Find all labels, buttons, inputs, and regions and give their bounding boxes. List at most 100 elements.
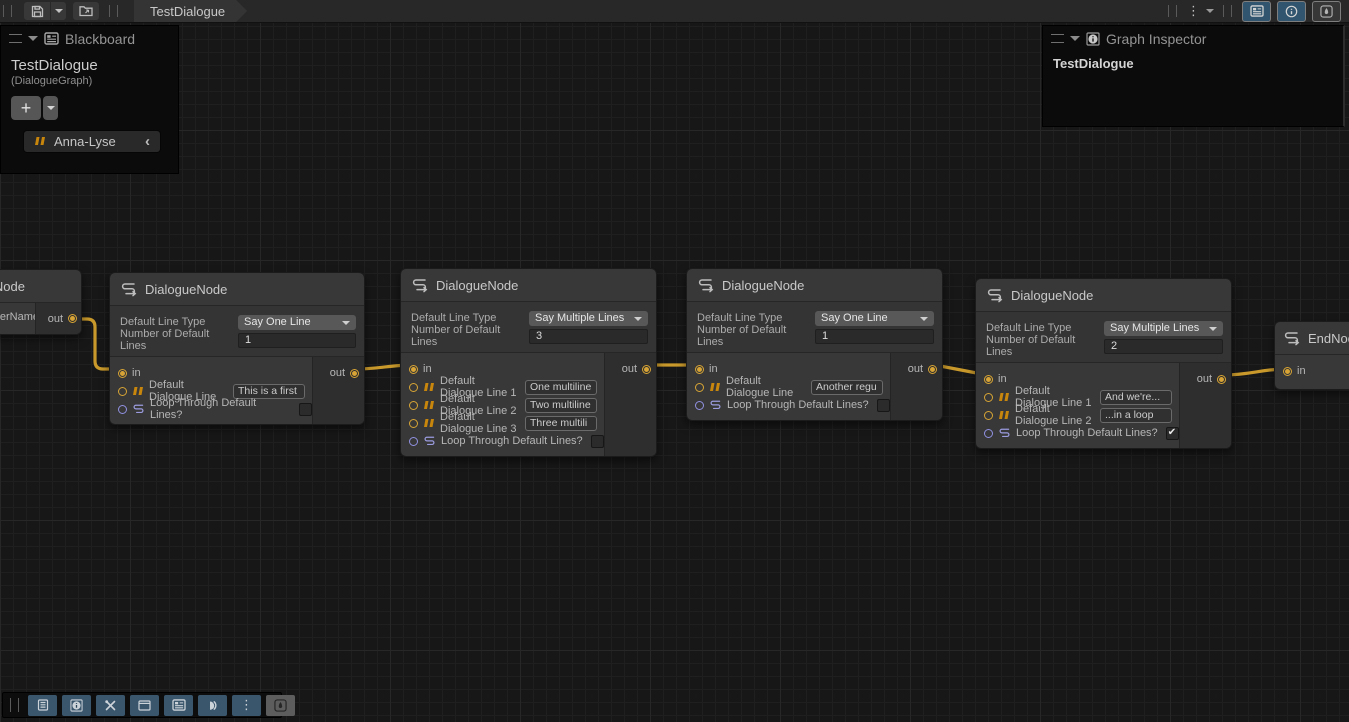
bottom-toolbar-drag-handle[interactable]: [10, 698, 19, 712]
inspector-toggle-button[interactable]: [1277, 1, 1306, 22]
out-port[interactable]: [642, 365, 651, 374]
flame-icon: [1320, 5, 1333, 18]
line-type-label: Default Line Type: [986, 322, 1104, 334]
blackboard-button[interactable]: [164, 695, 193, 716]
kebab-icon: ⋮: [240, 697, 253, 713]
panel-title: Blackboard: [65, 31, 135, 47]
tracing-button[interactable]: [198, 695, 227, 716]
graph-inspector-header[interactable]: Graph Inspector: [1043, 26, 1343, 51]
dialogue-node-4[interactable]: DialogueNode Default Line Type Say Multi…: [975, 278, 1232, 449]
loop-port[interactable]: [984, 429, 993, 438]
out-port[interactable]: [350, 369, 359, 378]
loop-port[interactable]: [118, 405, 127, 414]
in-port[interactable]: [1283, 367, 1292, 376]
loop-checkbox[interactable]: [591, 435, 604, 448]
info-icon: [70, 699, 83, 712]
drag-handle-icon[interactable]: [1051, 34, 1064, 43]
loop-icon: [423, 435, 436, 447]
folder-open-icon: [79, 5, 93, 17]
line-value-input[interactable]: ...in a loop: [1100, 408, 1172, 423]
graph-tab[interactable]: TestDialogue: [134, 0, 247, 22]
line-port[interactable]: [409, 419, 418, 428]
start-node[interactable]: Node kerName out: [0, 269, 82, 335]
add-variable-dropdown-button[interactable]: [43, 96, 58, 120]
dialogue-node-3[interactable]: DialogueNode Default Line Type Say One L…: [686, 268, 943, 421]
loop-port[interactable]: [409, 437, 418, 446]
loop-label: Loop Through Default Lines?: [1016, 427, 1158, 439]
line-label: Default Dialogue Line 2: [1015, 403, 1095, 427]
collapse-arrow-icon[interactable]: [28, 36, 38, 46]
loop-port[interactable]: [695, 401, 704, 410]
in-port-label: in: [132, 367, 141, 379]
open-asset-button[interactable]: [73, 2, 99, 20]
toolbar-drag-handle[interactable]: [3, 5, 12, 17]
chevron-left-icon[interactable]: ‹: [145, 133, 150, 150]
line-port[interactable]: [984, 411, 993, 420]
num-lines-input[interactable]: 3: [529, 329, 648, 344]
loop-checkbox[interactable]: [299, 403, 312, 416]
processing-button[interactable]: [266, 695, 295, 716]
window-button[interactable]: [130, 695, 159, 716]
line-value-input[interactable]: Another regu: [811, 380, 883, 395]
num-lines-input[interactable]: 1: [815, 329, 934, 344]
num-lines-input[interactable]: 2: [1104, 339, 1223, 354]
collapse-arrow-icon[interactable]: [1070, 36, 1080, 46]
overflow-menu-button[interactable]: ⋮: [232, 695, 261, 716]
line-type-label: Default Line Type: [697, 312, 815, 324]
out-port[interactable]: [68, 314, 77, 323]
in-port[interactable]: [984, 375, 993, 384]
panel-title: Graph Inspector: [1106, 31, 1206, 47]
blackboard-toggle-button[interactable]: [1242, 1, 1271, 22]
tools-icon: [104, 699, 117, 712]
loop-label: Loop Through Default Lines?: [441, 435, 583, 447]
node-title: DialogueNode: [1011, 288, 1093, 303]
toolbar-separator: [1168, 5, 1177, 17]
line-port[interactable]: [984, 393, 993, 402]
line-value-input[interactable]: And we're...: [1100, 390, 1172, 405]
loop-icon: [998, 427, 1011, 439]
end-node[interactable]: EndNode in: [1274, 321, 1349, 390]
blackboard-header[interactable]: Blackboard: [1, 26, 178, 51]
add-variable-button[interactable]: +: [11, 96, 41, 120]
line-value-input[interactable]: Two multiline: [525, 398, 597, 413]
line-type-dropdown[interactable]: Say Multiple Lines: [1104, 321, 1223, 336]
save-dropdown-button[interactable]: [51, 2, 66, 20]
tracing-icon: [206, 699, 219, 712]
dialogue-node-icon: [697, 277, 714, 293]
line-port[interactable]: [695, 383, 704, 392]
dialogue-node-1[interactable]: DialogueNode Default Line Type Say One L…: [109, 272, 365, 425]
variable-name: Anna-Lyse: [54, 134, 137, 149]
in-port[interactable]: [118, 369, 127, 378]
line-type-dropdown[interactable]: Say One Line: [815, 311, 934, 326]
out-port[interactable]: [1217, 375, 1226, 384]
line-value-input[interactable]: Three multili: [525, 416, 597, 431]
num-lines-input[interactable]: 1: [238, 333, 356, 348]
line-port[interactable]: [409, 401, 418, 410]
overflow-menu-icon[interactable]: ⋮: [1187, 3, 1200, 19]
loop-checkbox[interactable]: [877, 399, 890, 412]
in-port[interactable]: [409, 365, 418, 374]
quote-icon: [34, 136, 46, 147]
overflow-dropdown-icon[interactable]: [1206, 9, 1214, 17]
drag-handle-icon[interactable]: [9, 34, 22, 43]
line-type-dropdown[interactable]: Say One Line: [238, 315, 356, 330]
processing-toggle-button[interactable]: [1312, 1, 1341, 22]
tools-button[interactable]: [96, 695, 125, 716]
graph-inspector-panel[interactable]: Graph Inspector TestDialogue: [1042, 25, 1345, 127]
line-port[interactable]: [409, 383, 418, 392]
out-port-label: out: [48, 313, 63, 325]
num-lines-label: Number of Default Lines: [411, 324, 529, 348]
inspector-button[interactable]: [62, 695, 91, 716]
blackboard-panel[interactable]: Blackboard TestDialogue (DialogueGraph) …: [0, 25, 179, 174]
script-button[interactable]: [28, 695, 57, 716]
line-type-dropdown[interactable]: Say Multiple Lines: [529, 311, 648, 326]
quote-icon: [423, 382, 435, 393]
line-port[interactable]: [118, 387, 127, 396]
dialogue-node-2[interactable]: DialogueNode Default Line Type Say Multi…: [400, 268, 657, 457]
line-value-input[interactable]: One multiline: [525, 380, 597, 395]
in-port[interactable]: [695, 365, 704, 374]
out-port[interactable]: [928, 365, 937, 374]
loop-checkbox[interactable]: [1166, 427, 1179, 440]
blackboard-variable-row[interactable]: Anna-Lyse ‹: [23, 130, 161, 153]
save-button[interactable]: [24, 2, 50, 20]
